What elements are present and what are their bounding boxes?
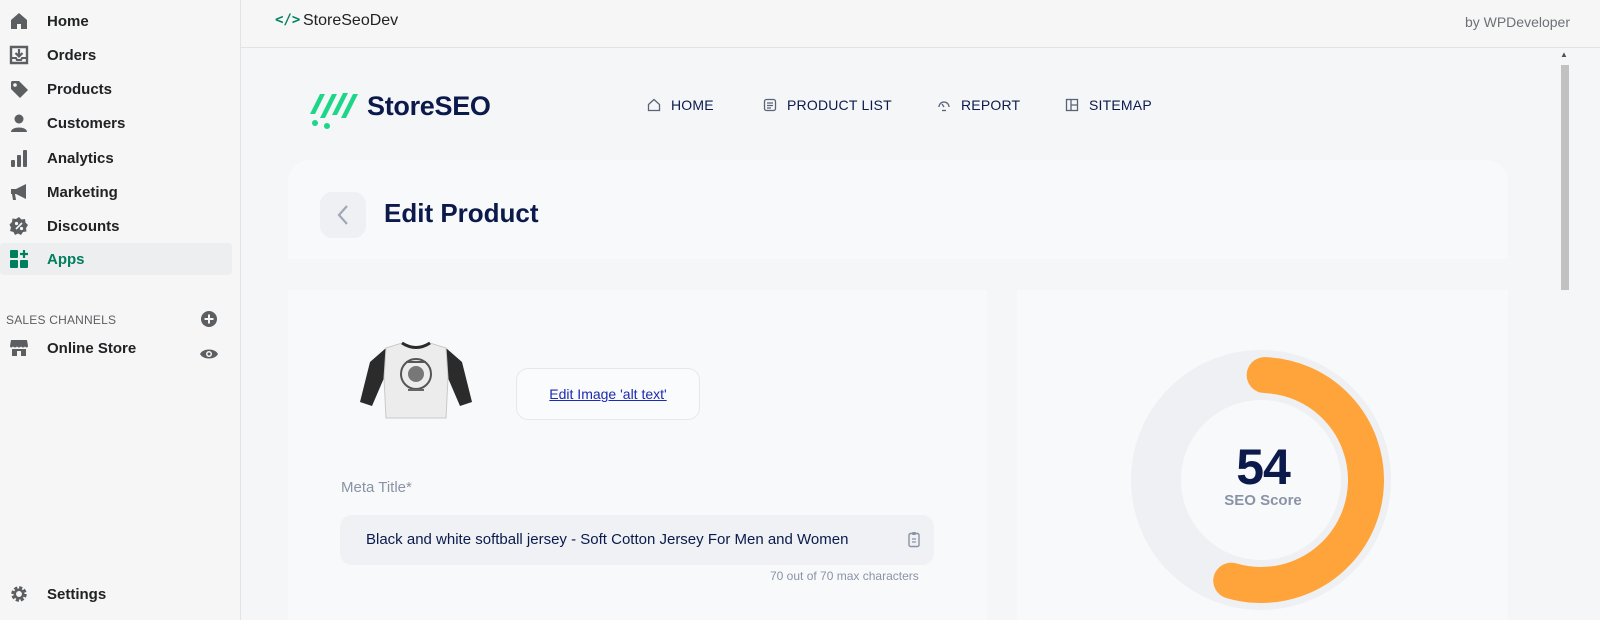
meta-title-value[interactable]: Black and white softball jersey - Soft C… [366,531,848,548]
tag-icon [8,78,30,100]
sidebar-item-discounts[interactable]: Discounts [0,210,232,242]
meta-title-char-count: 70 out of 70 max characters [770,569,919,583]
sitemap-icon [1065,98,1079,112]
sidebar-item-label: Products [47,81,113,98]
clipboard-icon[interactable] [906,531,922,549]
person-icon [8,112,30,134]
seo-score-value: 54 [1236,439,1291,495]
app-title-bar: </> StoreSeoDev by WPDeveloper [241,0,1600,48]
sidebar-item-analytics[interactable]: Analytics [0,142,232,174]
report-gauge-icon [938,101,950,112]
meta-title-input[interactable]: Black and white softball jersey - Soft C… [340,515,934,565]
orders-icon [8,44,30,66]
scrollbar-thumb[interactable] [1561,65,1569,290]
nav-report-label: REPORT [961,97,1021,113]
sidebar-item-home[interactable]: Home [0,5,232,37]
sidebar-item-label: Discounts [47,218,120,235]
home-icon [8,10,30,32]
store-icon [8,337,30,359]
nav-home-label: HOME [671,97,714,113]
eye-icon[interactable] [199,344,219,364]
storeseo-logo-icon [310,93,358,129]
sidebar-item-apps[interactable]: Apps [0,243,232,275]
sidebar-item-label: Settings [47,586,107,603]
page-title: Edit Product [384,198,539,228]
edit-alt-text-button[interactable]: Edit Image 'alt text' [516,368,700,420]
bar-chart-icon [8,147,30,169]
sidebar-item-label: Home [47,13,89,30]
nav-report[interactable]: REPORT [937,97,1020,113]
gear-icon [8,583,30,605]
nav-home[interactable]: HOME [647,97,714,113]
sidebar-item-settings[interactable]: Settings [0,578,232,610]
product-shirt-image [360,341,472,419]
sidebar-item-online-store[interactable]: Online Store [0,332,232,364]
nav-product-list-label: PRODUCT LIST [787,97,892,113]
megaphone-icon [8,181,30,203]
home-outline-icon [647,98,661,112]
app-developer: by WPDeveloper [1464,14,1570,30]
sidebar-item-label: Orders [47,47,97,64]
nav-sitemap[interactable]: SITEMAP [1065,97,1152,113]
product-image-thumbnail[interactable] [356,338,476,420]
back-button[interactable] [320,192,366,238]
chevron-left-icon [337,205,348,225]
sidebar-item-customers[interactable]: Customers [0,107,232,139]
code-icon: </> [275,12,301,28]
add-circle-icon[interactable] [199,309,219,329]
apps-icon [8,248,30,270]
sidebar-item-label: Marketing [47,184,118,201]
sidebar-item-label: Online Store [47,340,137,357]
edit-alt-text-link[interactable]: Edit Image 'alt text' [549,386,666,402]
storeseo-logo-text: StoreSEO [367,91,491,121]
sidebar-item-label: Analytics [47,150,114,167]
sales-channels-heading: SALES CHANNELS [6,313,117,327]
admin-sidebar: Home Orders Products Customers Analytics… [0,0,241,620]
meta-title-label: Meta Title* [341,479,412,496]
sidebar-item-label: Customers [47,115,126,132]
sidebar-item-label: Apps [47,251,85,268]
seo-score-label: SEO Score [1224,492,1302,509]
nav-sitemap-label: SITEMAP [1089,97,1152,113]
sidebar-item-products[interactable]: Products [0,73,232,105]
sidebar-item-orders[interactable]: Orders [0,39,232,71]
app-name: StoreSeoDev [303,12,399,29]
nav-product-list[interactable]: PRODUCT LIST [763,97,892,113]
discount-icon [8,215,30,237]
sidebar-item-marketing[interactable]: Marketing [0,176,232,208]
scroll-up-arrow-icon[interactable]: ▲ [1560,50,1570,60]
list-icon [763,98,777,112]
